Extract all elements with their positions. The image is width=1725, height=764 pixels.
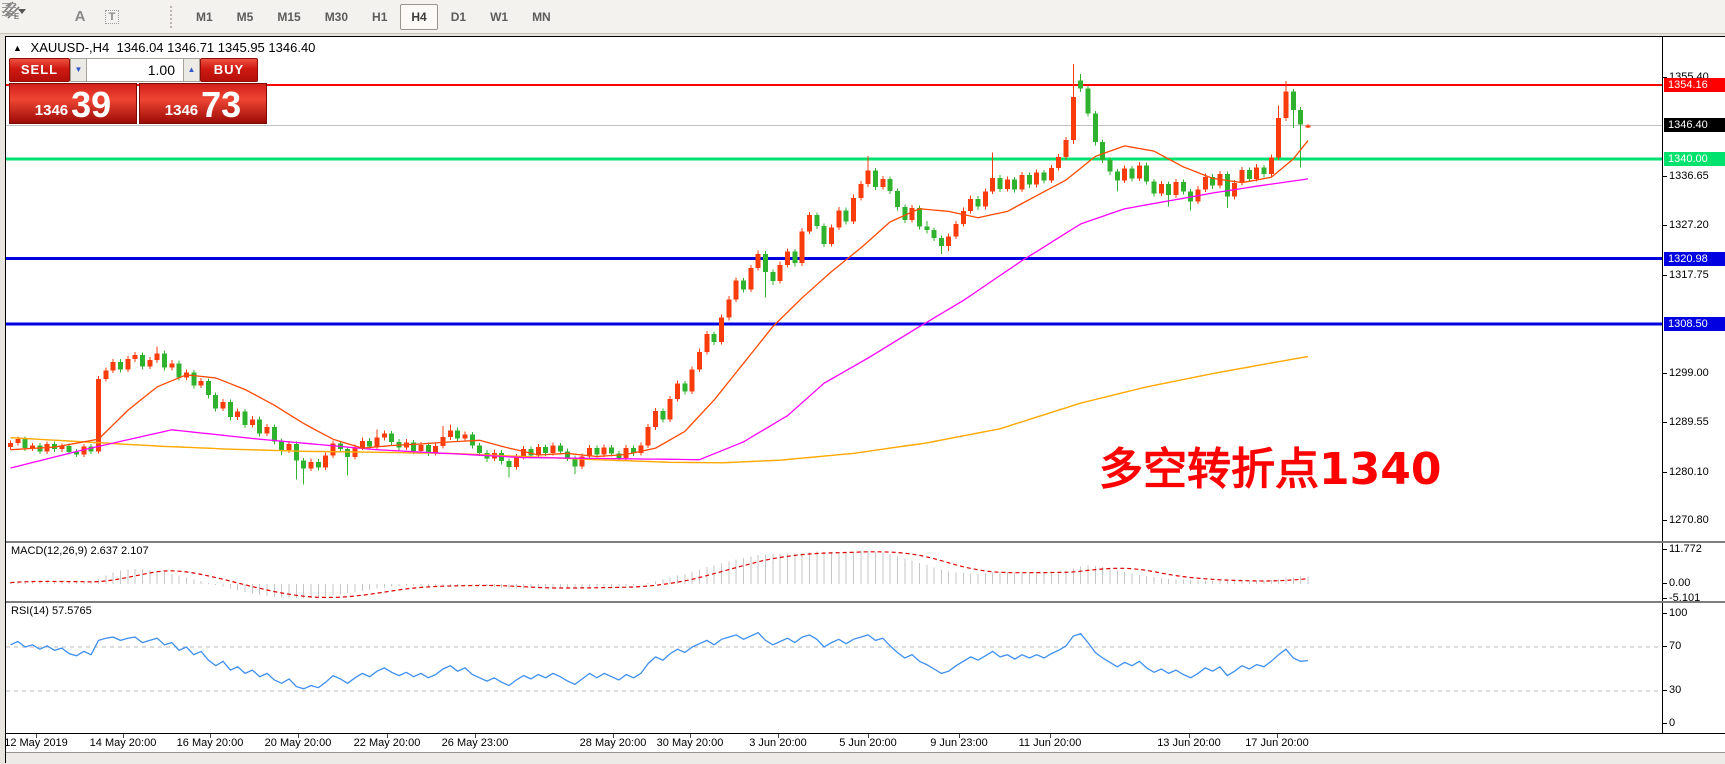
volume-increase-button[interactable]: ▲ [183,58,200,82]
macd-signal-line [11,552,1308,598]
top-toolbar: E F A T M1M5M15M30H1H4D1W1MN [0,0,1725,34]
volume-input[interactable] [87,58,183,82]
rsi-pane[interactable]: RSI(14) 57.5765 [6,603,1662,733]
price-tick-label: 1270.80 [1669,514,1709,526]
price-tick-label: 1280.10 [1669,466,1709,478]
timeframe-button-d1[interactable]: D1 [440,4,477,30]
rsi-tick-label: 30 [1669,684,1681,696]
rsi-tick-label: 70 [1669,640,1681,652]
low-value: 1345.95 [218,40,265,55]
collapse-triangle-icon[interactable]: ▲ [13,43,22,53]
volume-decrease-button[interactable]: ▼ [70,58,87,82]
price-tick-label: 1317.75 [1669,269,1709,281]
time-tick-label: 14 May 20:00 [90,737,157,749]
time-tick-label: 30 May 20:00 [657,737,724,749]
macd-histogram [11,551,1308,598]
price-tick-label: 1299.00 [1669,367,1709,379]
macd-chart [6,543,1662,601]
price-line-badge: 1354.16 [1664,78,1725,92]
macd-tick-label: 0.00 [1669,577,1690,589]
candles [8,64,1310,484]
rsi-label: RSI(14) 57.5765 [11,605,92,617]
text-tool-icon[interactable]: A [67,5,93,29]
macd-label: MACD(12,26,9) 2.637 2.107 [11,545,149,557]
time-tick-label: 16 May 20:00 [177,737,244,749]
high-value: 1346.71 [167,40,214,55]
open-value: 1346.04 [117,40,164,55]
timeframe-button-m15[interactable]: M15 [266,4,311,30]
main-price-pane[interactable]: ▲ XAUUSD-,H4 1346.04 1346.71 1345.95 134… [6,37,1662,542]
fibonacci-grid-icon[interactable]: F [35,5,61,29]
price-tick-label: 1327.20 [1669,219,1709,231]
price-line-badge: 1308.50 [1664,317,1725,331]
time-tick-label: 17 Jun 20:00 [1245,737,1309,749]
macd-pane[interactable]: MACD(12,26,9) 2.637 2.107 [6,543,1662,601]
chart-text-annotation: 多空转折点1340 [1099,433,1441,497]
arrow-objects-icon[interactable] [131,5,157,29]
rsi-chart [6,603,1662,733]
sell-button[interactable]: SELL [9,58,70,82]
price-line-badge: 1320.98 [1664,252,1725,266]
buy-price-main: 1346 [165,102,198,123]
current-price-badge: 1346.40 [1664,118,1725,132]
time-axis: 12 May 2019 14 May 20:00 16 May 20:00 20 Ma… [6,733,1725,752]
timeframe-button-m1[interactable]: M1 [185,4,224,30]
moving-averages [11,141,1308,468]
rsi-axis: 100 70 30 0 [1662,603,1725,733]
time-tick-label: 20 May 20:00 [265,737,332,749]
time-tick-label: 13 Jun 20:00 [1157,737,1221,749]
buy-button[interactable]: BUY [200,58,258,82]
rsi-tick-label: 0 [1669,717,1675,729]
price-tick-label: 1336.65 [1669,170,1709,182]
timeframe-button-m30[interactable]: M30 [314,4,359,30]
chart-window: ▲ XAUUSD-,H4 1346.04 1346.71 1345.95 134… [5,36,1725,763]
buy-price-pips: 73 [201,87,241,123]
sell-price-main: 1346 [35,102,68,123]
rsi-line [11,633,1308,689]
timeframe-button-m5[interactable]: M5 [226,4,265,30]
price-axis: 1355.401336.651327.201317.751299.001289.… [1662,37,1725,542]
one-click-trade-panel: SELL ▼ ▲ BUY 1346 39 1346 73 [9,58,268,124]
time-tick-label: 26 May 23:00 [442,737,509,749]
timeframe-button-h1[interactable]: H1 [361,4,398,30]
text-label-icon[interactable]: T [99,5,125,29]
rsi-tick-label: 100 [1669,607,1687,619]
time-tick-label: 3 Jun 20:00 [749,737,807,749]
symbol-label: XAUUSD-,H4 [31,40,110,55]
time-tick-label: 28 May 20:00 [580,737,647,749]
time-tick-label: 12 May 2019 [4,737,68,749]
sell-price-pips: 39 [71,87,111,123]
time-tick-label: 9 Jun 23:00 [930,737,988,749]
timeframe-button-h4[interactable]: H4 [400,4,437,30]
bottom-status-strip [6,752,1725,764]
sell-price-panel[interactable]: 1346 39 [9,83,137,124]
price-line-badge: 1340.00 [1664,152,1725,166]
toolbar-separator [170,6,178,28]
price-tick-label: 1289.55 [1669,416,1709,428]
close-value: 1346.40 [268,40,315,55]
time-tick-label: 11 Jun 20:00 [1019,737,1082,749]
buy-price-panel[interactable]: 1346 73 [139,83,267,124]
timeframe-button-mn[interactable]: MN [521,4,562,30]
time-tick-label: 5 Jun 20:00 [839,737,897,749]
timeframe-button-group: M1M5M15M30H1H4D1W1MN [184,4,563,30]
macd-axis: 11.7720.00-5.101 [1662,543,1725,601]
time-tick-label: 22 May 20:00 [354,737,421,749]
symbol-ohlc-header: ▲ XAUUSD-,H4 1346.04 1346.71 1345.95 134… [13,40,315,55]
macd-tick-label: 11.772 [1669,543,1702,555]
timeframe-button-w1[interactable]: W1 [479,4,519,30]
